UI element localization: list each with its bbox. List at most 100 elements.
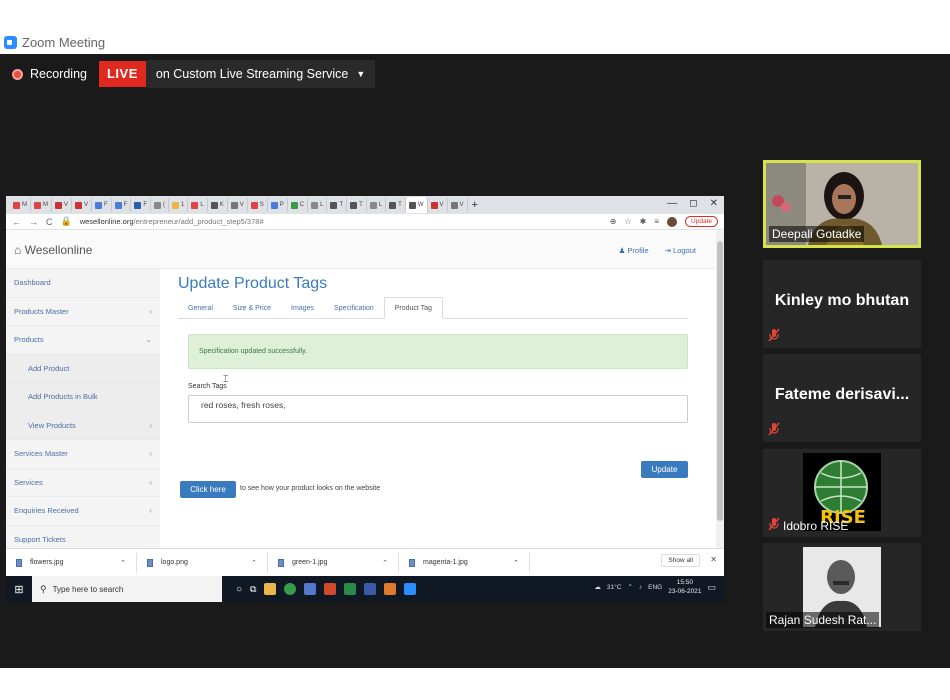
logout-link[interactable]: ⇥ Logout <box>665 246 696 255</box>
app-icon[interactable] <box>304 583 317 595</box>
sidebar-item[interactable]: Dashboard <box>6 269 160 298</box>
browser-tab[interactable]: V <box>228 198 248 212</box>
taskbar-clock[interactable]: 15:50 23-06-2021 <box>668 578 701 596</box>
recording-indicator[interactable]: Recording <box>8 60 95 88</box>
browser-tab[interactable]: V <box>72 198 93 212</box>
browser-tab[interactable]: T <box>386 198 406 212</box>
file-explorer-icon[interactable] <box>264 583 277 595</box>
sidebar-item[interactable]: View Products ‹ <box>6 411 160 440</box>
downloads-close-icon[interactable]: ✕ <box>710 555 717 564</box>
zoom-app-icon[interactable] <box>404 583 417 595</box>
product-tab[interactable]: Specification <box>324 297 384 319</box>
profile-avatar[interactable] <box>667 216 678 227</box>
taskbar-search[interactable]: ⚲ Type here to search <box>32 576 222 602</box>
sidebar-item[interactable]: Products Master ‹ <box>6 298 160 326</box>
sidebar-item[interactable]: Add Products in Bulk <box>6 383 160 412</box>
star-icon[interactable]: ☆ <box>624 217 631 226</box>
participant-tile-kinley[interactable]: Kinley mo bhutan <box>763 260 921 348</box>
live-stream-menu-button[interactable]: on Custom Live Streaming Service ▼ <box>145 60 376 88</box>
sidebar-item[interactable]: Enquiries Received ‹ <box>6 497 160 526</box>
language[interactable]: ENG <box>648 584 662 591</box>
forward-icon[interactable]: → <box>29 217 38 227</box>
favicon-icon <box>408 201 416 209</box>
product-tab[interactable]: General <box>178 297 223 319</box>
download-item[interactable]: magenta-1.jpg ⌃ <box>399 552 530 573</box>
powerpoint-icon[interactable] <box>324 583 337 595</box>
sidebar-item[interactable]: Products ⌄ <box>6 326 160 355</box>
browser-tab[interactable]: ( <box>151 198 170 212</box>
page-scrollbar[interactable] <box>716 231 724 569</box>
logout-icon: ⇥ <box>664 246 674 255</box>
favicon-icon <box>311 201 319 209</box>
browser-tab[interactable]: F <box>92 198 112 212</box>
task-view-icon[interactable]: ⧉ <box>250 584 256 595</box>
site-brand[interactable]: ⌂ Wesellonline <box>14 243 92 257</box>
participant-tile-rajan[interactable]: Rajan Sudesh Rat... <box>763 543 921 631</box>
download-item[interactable]: green-1.jpg ⌃ <box>268 552 399 573</box>
participant-tile-deepali[interactable]: Deepali Gotadke <box>763 160 921 248</box>
browser-tab[interactable]: C <box>288 198 309 212</box>
weather-icon[interactable]: ☁ <box>594 583 601 591</box>
browser-tab[interactable]: F <box>131 198 152 212</box>
scroll-thumb[interactable] <box>717 241 723 521</box>
product-tab[interactable]: Product Tag <box>383 297 443 319</box>
product-tab[interactable]: Images <box>281 297 324 319</box>
chevron-icon: ‹ <box>149 477 152 487</box>
browser-tab[interactable]: S <box>248 198 268 212</box>
download-menu-icon[interactable]: ⌃ <box>513 559 519 567</box>
cortana-icon[interactable]: ○ <box>236 584 242 595</box>
sidebar-item[interactable]: Add Product <box>6 354 160 383</box>
notifications-icon[interactable]: ▭ <box>707 582 716 593</box>
volume-icon[interactable]: ♪ <box>639 584 642 591</box>
sidebar-item[interactable]: Services ‹ <box>6 469 160 497</box>
browser-tab[interactable]: P <box>268 198 288 212</box>
download-item[interactable]: flowers.jpg ⌃ <box>6 552 137 573</box>
browser-tab[interactable]: M <box>31 198 52 212</box>
browser-tab[interactable]: V <box>448 198 468 212</box>
show-all-button[interactable]: Show all <box>661 554 700 567</box>
url-domain: wesellonline.org <box>79 217 134 226</box>
chrome-icon[interactable] <box>284 583 297 595</box>
url-field[interactable]: wesellonline.org/entrepreneur/add_produc… <box>80 217 264 226</box>
click-here-button[interactable]: Click here <box>180 481 236 498</box>
excel-icon[interactable] <box>344 583 357 595</box>
browser-tab[interactable]: V <box>428 198 448 212</box>
browser-tab[interactable]: T <box>347 198 367 212</box>
browser-tab[interactable]: F <box>112 198 132 212</box>
browser-tab[interactable]: T <box>327 198 348 212</box>
browser-tab[interactable]: L <box>188 198 208 212</box>
download-menu-icon[interactable]: ⌃ <box>251 559 257 567</box>
tray-chevron-icon[interactable]: ⌃ <box>627 583 632 591</box>
browser-tab[interactable]: 1 <box>169 198 189 212</box>
browser-tab[interactable]: L <box>308 198 328 212</box>
extensions-icon[interactable]: ✱ <box>640 217 647 226</box>
browser-tab[interactable]: M <box>10 198 31 212</box>
participant-tile-fateme[interactable]: Fateme derisavi... <box>763 354 921 442</box>
participant-tile-idobro[interactable]: RISE Idobro RISE <box>763 449 921 537</box>
zoom-icon[interactable]: ⊕ <box>610 217 617 226</box>
minimize-button[interactable]: — <box>667 198 677 209</box>
browser-tab[interactable]: V <box>52 198 73 212</box>
browser-tab[interactable]: K <box>208 198 228 212</box>
new-tab-button[interactable]: + <box>472 199 478 211</box>
reading-list-icon[interactable]: ≡ <box>654 217 659 226</box>
address-bar: ← → C 🔒 wesellonline.org/entrepreneur/ad… <box>6 214 724 230</box>
browser-tab[interactable]: L <box>367 198 387 212</box>
download-menu-icon[interactable]: ⌃ <box>382 559 388 567</box>
close-window-button[interactable]: ✕ <box>710 198 718 209</box>
browser-tab[interactable]: W <box>405 197 428 213</box>
windows-start-icon[interactable]: ⊞ <box>6 576 32 602</box>
update-button[interactable]: Update <box>641 461 688 478</box>
paint-icon[interactable] <box>384 583 397 595</box>
browser-update-button[interactable]: Update <box>685 216 718 227</box>
word-icon[interactable] <box>364 583 377 595</box>
download-item[interactable]: logo.png ⌃ <box>137 552 268 573</box>
product-tab[interactable]: Size & Price <box>223 297 281 319</box>
reload-icon[interactable]: C <box>46 217 53 227</box>
maximize-button[interactable]: ◻ <box>689 198 697 209</box>
sidebar-item[interactable]: Services Master ‹ <box>6 440 160 469</box>
profile-link[interactable]: ♟ Profile <box>619 246 649 255</box>
back-icon[interactable]: ← <box>12 217 21 227</box>
download-menu-icon[interactable]: ⌃ <box>120 559 126 567</box>
search-tags-input[interactable]: red roses, fresh roses, <box>188 395 688 423</box>
